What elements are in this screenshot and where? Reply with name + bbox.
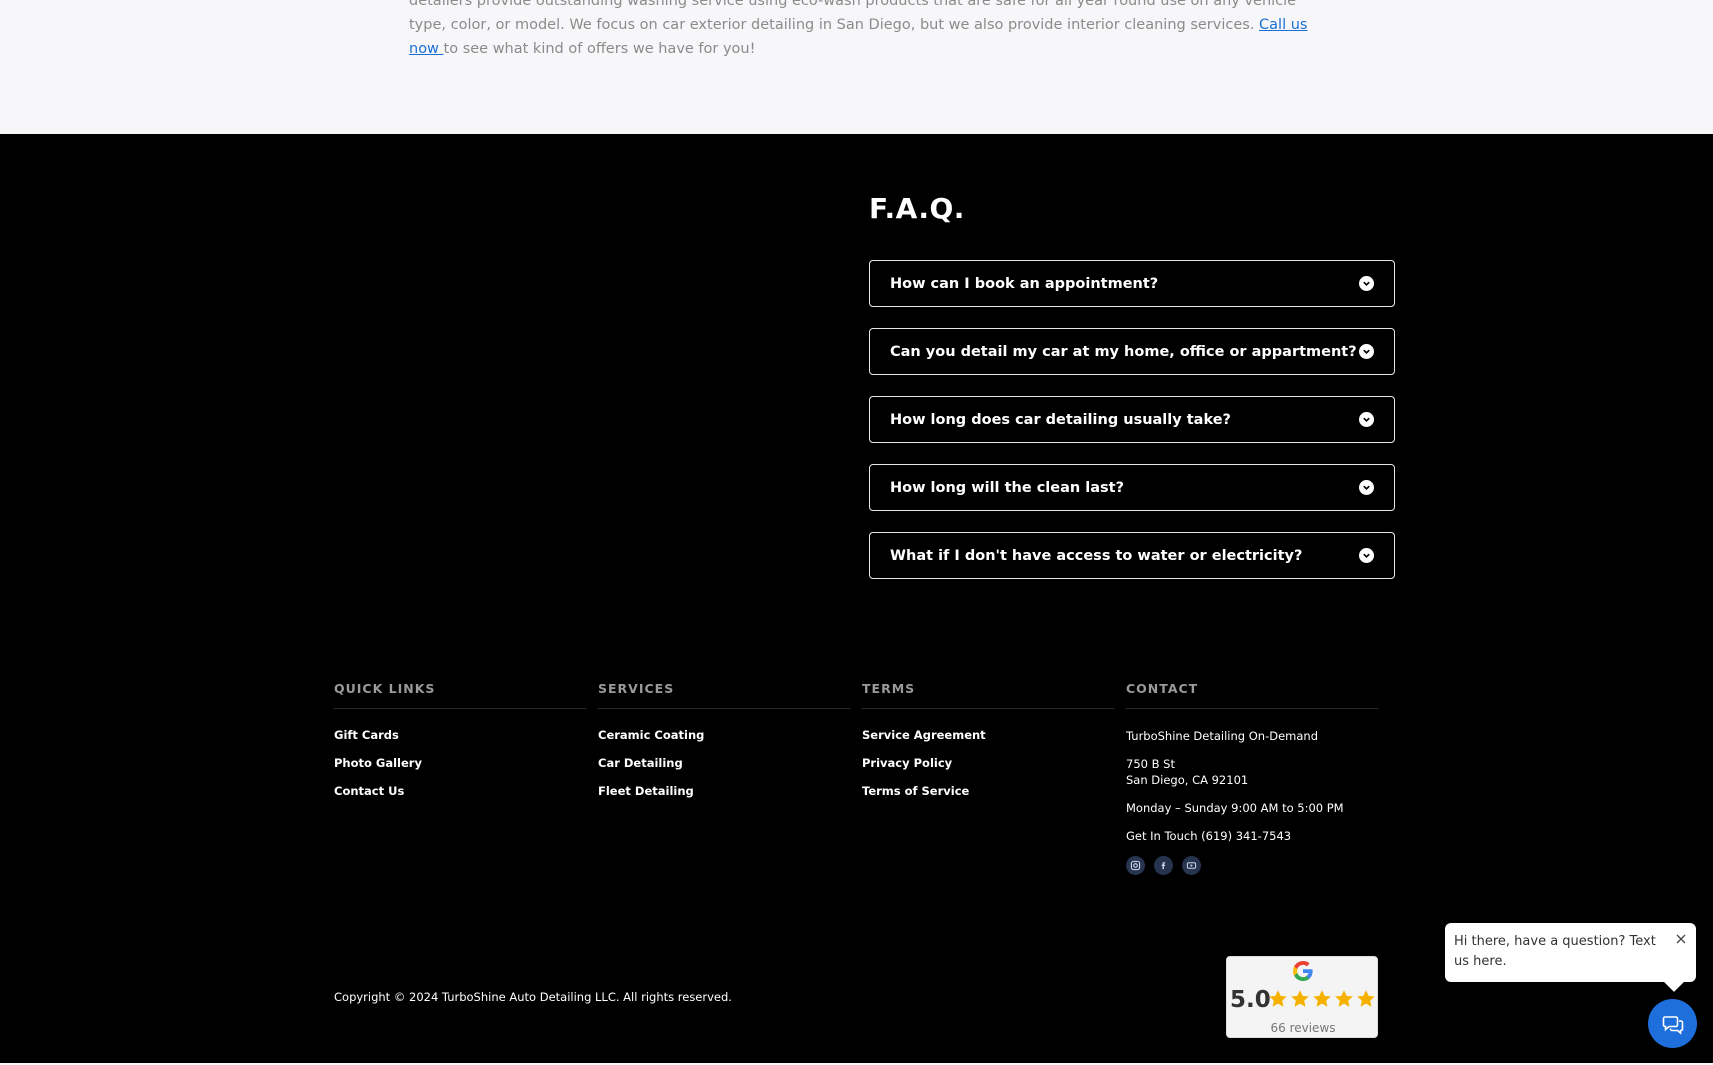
copyright: Copyright © 2024 TurboShine Auto Detaili… <box>334 990 732 1004</box>
footer-link-photo-gallery[interactable]: Photo Gallery <box>334 756 586 784</box>
star-icon <box>1269 990 1287 1007</box>
close-icon[interactable] <box>1674 932 1688 946</box>
faq-question: How long will the clean last? <box>890 479 1124 496</box>
footer-link-contact-us[interactable]: Contact Us <box>334 784 586 812</box>
faq-question: How can I book an appointment? <box>890 275 1159 292</box>
footer-link-ceramic-coating[interactable]: Ceramic Coating <box>598 728 850 756</box>
instagram-icon[interactable] <box>1126 856 1145 875</box>
chat-prompt-text: Hi there, have a question? Text us here. <box>1454 934 1656 969</box>
chevron-down-icon <box>1359 276 1374 291</box>
footer-terms: TERMS Service Agreement Privacy Policy T… <box>862 681 1114 812</box>
faq-title: F.A.Q. <box>869 192 965 225</box>
contact-address: 750 B St San Diego, CA 92101 <box>1126 756 1378 788</box>
chat-launcher-button[interactable] <box>1648 999 1697 1048</box>
footer-heading: CONTACT <box>1126 681 1378 709</box>
contact-phone[interactable]: Get In Touch (619) 341-7543 <box>1126 828 1378 844</box>
intro-paragraph: detailers provide outstanding washing se… <box>409 0 1309 61</box>
social-links <box>1126 856 1378 875</box>
footer-link-service-agreement[interactable]: Service Agreement <box>862 728 1114 756</box>
footer-heading: TERMS <box>862 681 1114 709</box>
star-icon <box>1357 990 1375 1007</box>
chevron-down-icon <box>1359 480 1374 495</box>
faq-question: Can you detail my car at my home, office… <box>890 343 1357 360</box>
faq-question: What if I don't have access to water or … <box>890 547 1303 564</box>
contact-street: 750 B St <box>1126 757 1175 771</box>
faq-item-duration[interactable]: How long does car detailing usually take… <box>869 396 1395 443</box>
footer-link-car-detailing[interactable]: Car Detailing <box>598 756 850 784</box>
intro-text: detailers provide outstanding washing se… <box>409 0 1297 33</box>
google-rating-score: 5.0 <box>1230 987 1271 1013</box>
faq-item-clean-last[interactable]: How long will the clean last? <box>869 464 1395 511</box>
chat-icon <box>1662 1015 1683 1035</box>
faq-item-detail-location[interactable]: Can you detail my car at my home, office… <box>869 328 1395 375</box>
chat-prompt-bubble[interactable]: Hi there, have a question? Text us here. <box>1445 923 1696 982</box>
chevron-down-icon <box>1359 412 1374 427</box>
contact-hours: Monday – Sunday 9:00 AM to 5:00 PM <box>1126 801 1344 815</box>
chevron-down-icon <box>1359 344 1374 359</box>
footer-heading: QUICK LINKS <box>334 681 586 709</box>
footer-contact: CONTACT TurboShine Detailing On-Demand 7… <box>1126 681 1378 875</box>
chevron-down-icon <box>1359 548 1374 563</box>
footer-link-privacy-policy[interactable]: Privacy Policy <box>862 756 1114 784</box>
star-icon <box>1335 990 1353 1007</box>
footer-quick-links: QUICK LINKS Gift Cards Photo Gallery Con… <box>334 681 586 812</box>
star-icon <box>1313 990 1331 1007</box>
contact-company: TurboShine Detailing On-Demand <box>1126 729 1319 743</box>
faq-item-water-electricity[interactable]: What if I don't have access to water or … <box>869 532 1395 579</box>
footer-link-terms-of-service[interactable]: Terms of Service <box>862 784 1114 812</box>
intro-section: detailers provide outstanding washing se… <box>0 0 1713 134</box>
google-rating-stars <box>1267 988 1377 1010</box>
youtube-icon[interactable] <box>1182 856 1201 875</box>
google-reviews-badge[interactable]: 5.0 66 reviews <box>1226 956 1378 1038</box>
contact-city: San Diego, CA 92101 <box>1126 773 1249 787</box>
footer-services: SERVICES Ceramic Coating Car Detailing F… <box>598 681 850 812</box>
footer-link-fleet-detailing[interactable]: Fleet Detailing <box>598 784 850 812</box>
intro-text-end: to see what kind of offers we have for y… <box>443 41 756 57</box>
faq-question: How long does car detailing usually take… <box>890 411 1231 428</box>
footer-link-gift-cards[interactable]: Gift Cards <box>334 728 586 756</box>
facebook-icon[interactable] <box>1154 856 1173 875</box>
google-icon <box>1293 961 1313 981</box>
star-icon <box>1291 990 1309 1007</box>
google-review-count: 66 reviews <box>1270 1021 1336 1035</box>
faq-item-book-appointment[interactable]: How can I book an appointment? <box>869 260 1395 307</box>
footer-heading: SERVICES <box>598 681 850 709</box>
